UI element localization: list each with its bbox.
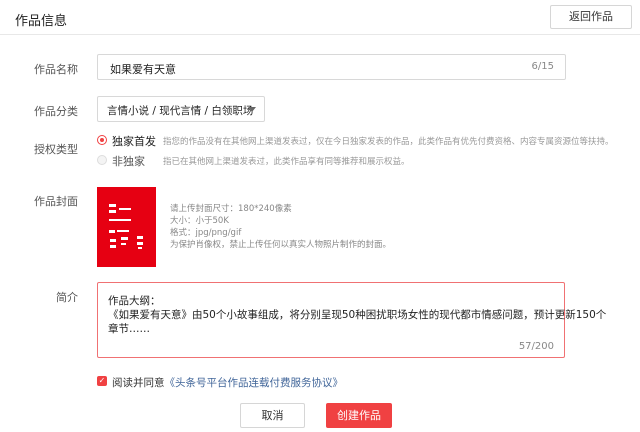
agreement-text: 阅读并同意《头条号平台作品连载付费服务协议》 [112, 375, 343, 390]
header-bar: 作品信息 返回作品 [0, 0, 640, 35]
non-exclusive-description: 指已在其他网上渠道发表过，此类作品享有同等推荐和展示权益。 [163, 157, 410, 167]
cover-note-size: 请上传封面尺寸：180*240像素 [170, 204, 292, 214]
work-name-counter: 6/15 [531, 61, 554, 72]
name-label: 作品名称 [34, 63, 78, 76]
license-label: 授权类型 [34, 143, 78, 156]
category-label: 作品分类 [34, 105, 78, 118]
summary-counter: 57/200 [518, 341, 554, 352]
back-to-works-button[interactable]: 返回作品 [550, 5, 632, 29]
work-name-input[interactable]: 如果爱有天意 6/15 [97, 54, 566, 80]
radio-exclusive[interactable] [97, 135, 107, 145]
cover-note-format: 格式：jpg/png/gif [170, 228, 242, 238]
summary-line: 作品大纲： [108, 295, 161, 307]
create-work-button[interactable]: 创建作品 [326, 403, 392, 428]
agreement-prefix: 阅读并同意 [112, 377, 165, 389]
summary-line: 章节…… [108, 323, 150, 335]
cover-note-filesize: 大小：小于50K [170, 216, 229, 226]
cancel-button[interactable]: 取消 [240, 403, 305, 428]
cover-label: 作品封面 [34, 195, 78, 208]
radio-non-exclusive[interactable] [97, 155, 107, 165]
page-title: 作品信息 [15, 14, 68, 29]
summary-label: 简介 [56, 291, 78, 304]
agreement-link[interactable]: 《头条号平台作品连载付费服务协议》 [165, 377, 344, 389]
radio-exclusive-label[interactable]: 独家首发 [112, 133, 156, 149]
summary-textarea[interactable]: 作品大纲： 《如果爱有天意》由50个小故事组成，将分别呈现50种困扰职场女性的现… [97, 282, 606, 358]
cover-image[interactable] [97, 187, 156, 267]
radio-non-exclusive-label[interactable]: 非独家 [112, 153, 145, 169]
work-name-value: 如果爱有天意 [110, 63, 176, 76]
category-value: 言情小说 / 现代言情 / 白领职场 [107, 105, 254, 117]
chevron-down-icon [248, 107, 256, 112]
exclusive-description: 指您的作品没有在其他网上渠道发表过，仅在今日独家发表的作品，此类作品有优先付费资… [163, 137, 614, 147]
category-select[interactable]: 言情小说 / 现代言情 / 白领职场 [97, 96, 265, 122]
cover-note-portrait: 为保护肖像权，禁止上传任何以真实人物照片制作的封面。 [170, 240, 392, 250]
agree-checkbox[interactable]: ✓ [97, 376, 107, 386]
summary-line: 《如果爱有天意》由50个小故事组成，将分别呈现50种困扰职场女性的现代都市情感问… [108, 309, 607, 321]
